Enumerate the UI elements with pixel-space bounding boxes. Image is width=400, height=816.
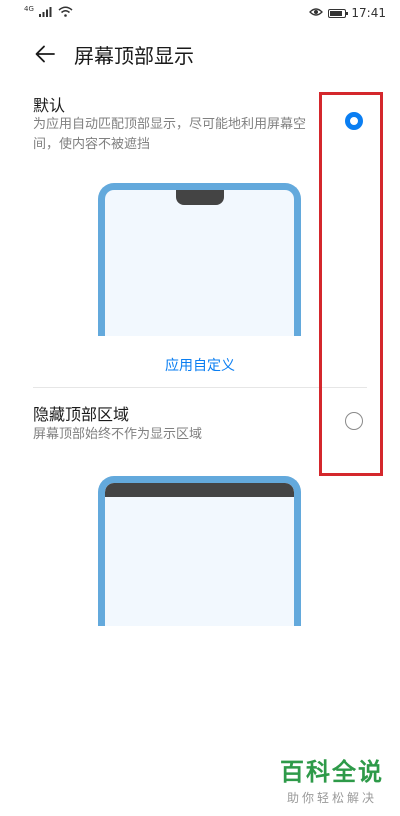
screen-top-display-page: 4G 17:41 屏幕顶部显示 默认 为应用自动匹配顶部显示，尽可能地利用屏幕空… bbox=[0, 0, 400, 816]
highlight-box bbox=[319, 92, 383, 476]
page-header: 屏幕顶部显示 bbox=[0, 38, 400, 70]
hidden-top-bar bbox=[105, 483, 294, 497]
notch-shape bbox=[175, 190, 224, 205]
network-type-label: 4G bbox=[24, 5, 34, 13]
watermark: 百科全说 助你轻松解决 bbox=[280, 752, 384, 806]
option-divider bbox=[33, 387, 367, 388]
signal-icon bbox=[38, 6, 53, 20]
option-default-title: 默认 bbox=[33, 96, 66, 115]
back-button[interactable] bbox=[30, 39, 60, 69]
status-right: 17:41 bbox=[309, 6, 386, 20]
battery-level bbox=[330, 10, 343, 16]
page-title: 屏幕顶部显示 bbox=[74, 43, 194, 68]
status-left: 4G bbox=[24, 5, 73, 20]
wifi-icon bbox=[58, 6, 73, 20]
hidden-top-display-illustration bbox=[98, 476, 301, 626]
arrow-left-icon bbox=[35, 45, 55, 63]
battery-icon bbox=[328, 8, 349, 18]
watermark-sub: 助你轻松解决 bbox=[286, 791, 377, 805]
eye-icon bbox=[309, 6, 324, 20]
watermark-main: 百科全说 bbox=[280, 758, 384, 786]
option-hide-top-description: 屏幕顶部始终不作为显示区域 bbox=[33, 427, 203, 442]
notch-display-illustration bbox=[98, 183, 301, 336]
status-bar: 4G 17:41 bbox=[0, 0, 400, 26]
status-time: 17:41 bbox=[351, 6, 386, 20]
option-hide-top-title: 隐藏顶部区域 bbox=[33, 405, 130, 424]
option-default-description: 为应用自动匹配顶部显示，尽可能地利用屏幕空间，使内容不被遮挡 bbox=[33, 117, 307, 152]
